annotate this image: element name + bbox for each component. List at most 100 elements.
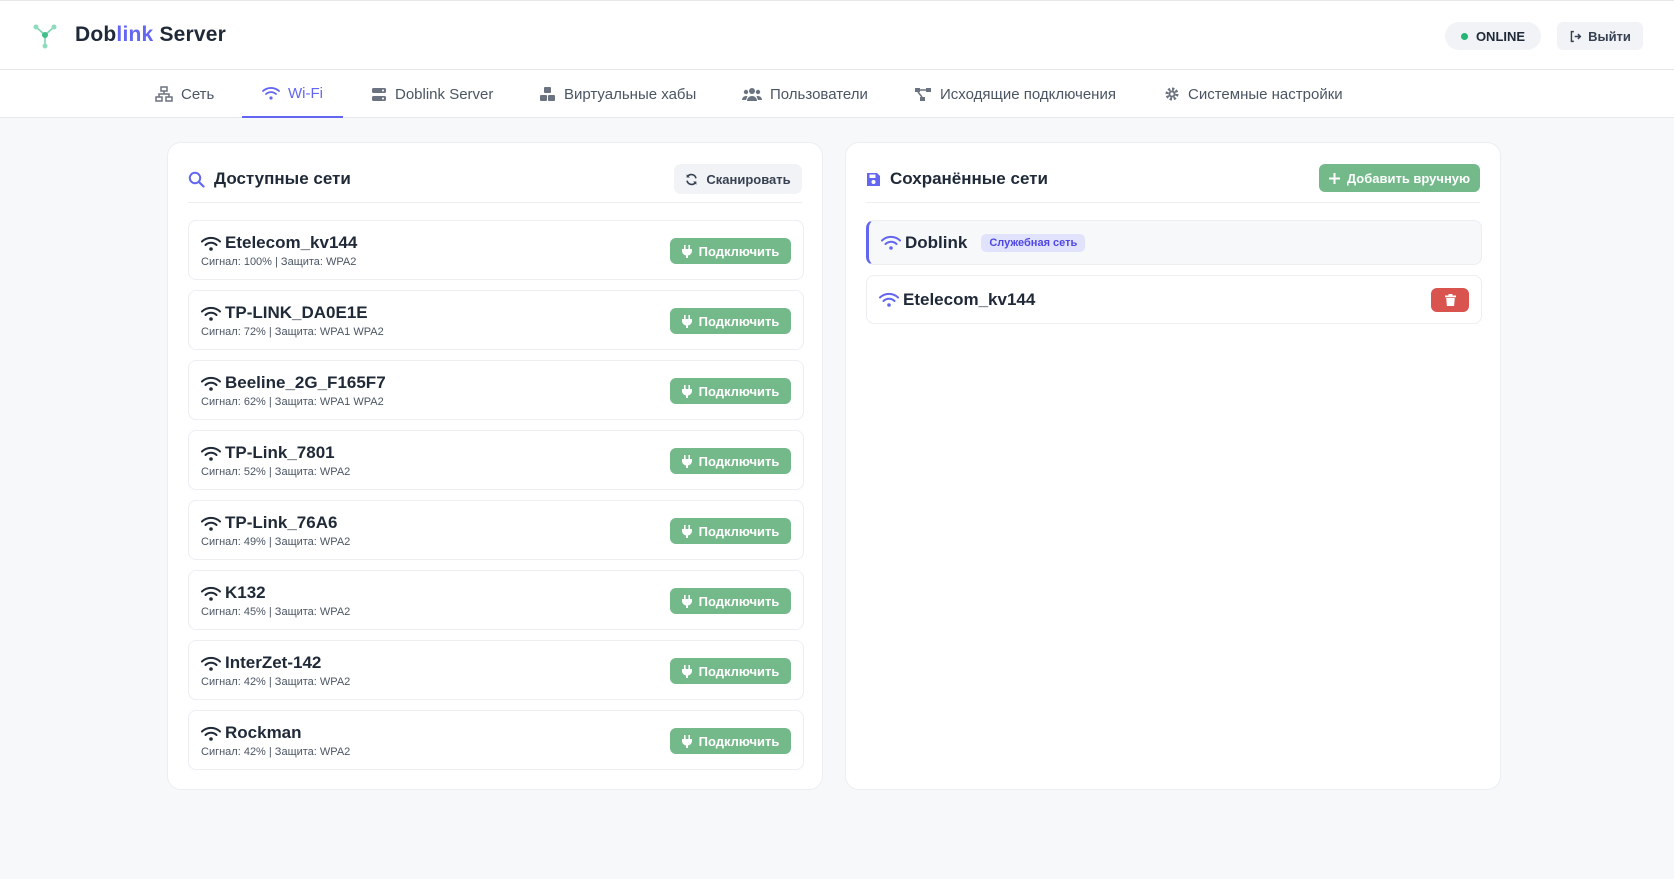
wifi-icon [201, 726, 221, 741]
logout-button[interactable]: Выйти [1557, 22, 1643, 50]
wifi-icon [201, 376, 221, 391]
network-name-text: TP-Link_76A6 [225, 513, 338, 532]
panel-divider [188, 202, 802, 203]
gear-icon [1165, 87, 1179, 101]
saved-network-name-text: Etelecom_kv144 [903, 289, 1036, 309]
plug-icon [681, 664, 692, 678]
saved-networks-title: Сохранённые сети [866, 169, 1048, 189]
tab-outgoing-connections[interactable]: Исходящие подключения [894, 70, 1136, 118]
wifi-icon [201, 446, 221, 461]
brand-title: Doblink Server [75, 23, 226, 47]
network-name: Beeline_2G_F165F7 [201, 373, 386, 393]
plug-icon [681, 734, 692, 748]
tab-doblink-server-label: Doblink Server [395, 85, 494, 103]
available-networks-panel: Доступные сети Сканировать Etelecom_kv14… [167, 142, 823, 790]
network-name-text: Beeline_2G_F165F7 [225, 373, 386, 392]
network-name: TP-Link_76A6 [201, 513, 337, 533]
connect-button-label: Подключить [698, 313, 780, 329]
search-icon [188, 171, 205, 188]
saved-network-item: Doblink Служебная сеть [866, 220, 1482, 265]
tab-network[interactable]: Сеть [135, 70, 234, 118]
saved-networks-title-text: Сохранённые сети [890, 169, 1048, 188]
network-icon [155, 86, 173, 102]
network-item: Etelecom_kv144 Сигнал: 100% | Защита: WP… [188, 220, 804, 280]
connect-button[interactable]: Подключить [670, 378, 791, 404]
connect-button[interactable]: Подключить [670, 588, 791, 614]
refresh-icon [686, 173, 698, 185]
connect-button[interactable]: Подключить [670, 448, 791, 474]
saved-network-item: Etelecom_kv144 [866, 275, 1482, 324]
connect-button[interactable]: Подключить [670, 238, 791, 264]
tab-users[interactable]: Пользователи [722, 70, 888, 118]
panel-divider [866, 202, 1480, 203]
available-networks-title: Доступные сети [188, 169, 351, 189]
network-item: Rockman Сигнал: 42% | Защита: WPA2 Подкл… [188, 710, 804, 770]
network-meta: Сигнал: 100% | Защита: WPA2 [201, 256, 357, 268]
network-item: TP-Link_7801 Сигнал: 52% | Защита: WPA2 … [188, 430, 804, 490]
connect-button[interactable]: Подключить [670, 658, 791, 684]
tab-doblink-server[interactable]: Doblink Server [351, 70, 513, 118]
connect-button[interactable]: Подключить [670, 728, 791, 754]
network-item: K132 Сигнал: 45% | Защита: WPA2 Подключи… [188, 570, 804, 630]
connect-button-label: Подключить [698, 663, 780, 679]
scan-button[interactable]: Сканировать [674, 164, 802, 194]
tab-wifi-label: Wi-Fi [288, 84, 323, 102]
network-name-text: Etelecom_kv144 [225, 233, 358, 252]
network-name: TP-Link_7801 [201, 443, 335, 463]
wifi-icon [201, 236, 221, 251]
wifi-icon [201, 516, 221, 531]
tab-outgoing-connections-label: Исходящие подключения [940, 85, 1116, 103]
app-header: Doblink Server ONLINE Выйти [0, 0, 1674, 70]
network-meta: Сигнал: 49% | Защита: WPA2 [201, 536, 351, 548]
doblink-logo-icon [30, 21, 60, 51]
plus-icon [1328, 172, 1340, 184]
cubes-icon [540, 87, 555, 101]
saved-network-name-text: Doblink [905, 232, 968, 252]
network-name-text: InterZet-142 [225, 653, 322, 672]
brand-text-server: Server [153, 23, 227, 46]
wifi-icon [881, 235, 901, 250]
service-network-badge: Служебная сеть [981, 233, 1086, 252]
network-name: K132 [201, 583, 266, 603]
wifi-icon [879, 292, 899, 307]
delete-network-button[interactable] [1431, 288, 1469, 312]
network-name-text: TP-Link_7801 [225, 443, 335, 462]
connect-button-label: Подключить [698, 383, 780, 399]
network-name: Etelecom_kv144 [201, 233, 357, 253]
wifi-icon [201, 306, 221, 321]
network-meta: Сигнал: 62% | Защита: WPA1 WPA2 [201, 396, 384, 408]
network-name: InterZet-142 [201, 653, 321, 673]
network-name: Rockman [201, 723, 302, 743]
wifi-icon [201, 656, 221, 671]
saved-network-name: Doblink Служебная сеть [881, 232, 1086, 253]
online-dot-icon [1460, 32, 1468, 40]
logout-label: Выйти [1588, 28, 1631, 44]
tab-network-label: Сеть [181, 85, 215, 103]
network-item: Beeline_2G_F165F7 Сигнал: 62% | Защита: … [188, 360, 804, 420]
plug-icon [681, 594, 692, 608]
tab-system-settings[interactable]: Системные настройки [1144, 70, 1363, 118]
connect-button[interactable]: Подключить [670, 308, 791, 334]
trash-icon [1444, 294, 1456, 306]
tab-wifi[interactable]: Wi-Fi [242, 70, 343, 118]
tab-users-label: Пользователи [770, 85, 868, 103]
connect-button-label: Подключить [698, 733, 780, 749]
main-tabs: Сеть Wi-Fi Doblink Server Виртуальные ха… [0, 70, 1674, 118]
network-meta: Сигнал: 52% | Защита: WPA2 [201, 466, 351, 478]
tab-virtual-hubs[interactable]: Виртуальные хабы [519, 70, 716, 118]
add-manually-label: Добавить вручную [1346, 170, 1471, 186]
connect-button[interactable]: Подключить [670, 518, 791, 544]
saved-networks-list: Doblink Служебная сеть Etelecom_kv144 [866, 220, 1482, 334]
connect-button-label: Подключить [698, 593, 780, 609]
server-icon [372, 87, 386, 101]
connect-button-label: Подключить [698, 453, 780, 469]
network-item: TP-LINK_DA0E1E Сигнал: 72% | Защита: WPA… [188, 290, 804, 350]
plug-icon [681, 384, 692, 398]
network-item: InterZet-142 Сигнал: 42% | Защита: WPA2 … [188, 640, 804, 700]
connect-button-label: Подключить [698, 523, 780, 539]
saved-networks-panel: Сохранённые сети Добавить вручную Doblin… [845, 142, 1501, 790]
users-icon [742, 87, 762, 101]
tab-system-settings-label: Системные настройки [1188, 85, 1343, 103]
network-meta: Сигнал: 45% | Защита: WPA2 [201, 606, 351, 618]
add-manually-button[interactable]: Добавить вручную [1319, 164, 1480, 192]
